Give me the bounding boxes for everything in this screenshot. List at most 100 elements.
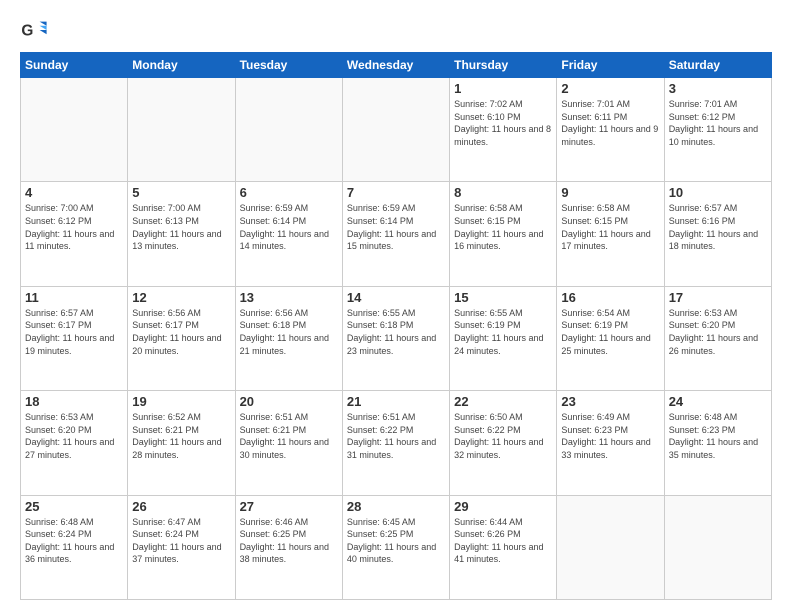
day-number: 6	[240, 185, 338, 200]
day-info: Sunrise: 6:57 AM Sunset: 6:17 PM Dayligh…	[25, 307, 123, 357]
day-info: Sunrise: 6:55 AM Sunset: 6:19 PM Dayligh…	[454, 307, 552, 357]
day-number: 18	[25, 394, 123, 409]
day-info: Sunrise: 6:56 AM Sunset: 6:17 PM Dayligh…	[132, 307, 230, 357]
calendar-cell: 19Sunrise: 6:52 AM Sunset: 6:21 PM Dayli…	[128, 391, 235, 495]
day-number: 7	[347, 185, 445, 200]
day-info: Sunrise: 6:44 AM Sunset: 6:26 PM Dayligh…	[454, 516, 552, 566]
day-info: Sunrise: 6:58 AM Sunset: 6:15 PM Dayligh…	[561, 202, 659, 252]
weekday-header-wednesday: Wednesday	[342, 53, 449, 78]
day-number: 26	[132, 499, 230, 514]
weekday-header-monday: Monday	[128, 53, 235, 78]
day-number: 21	[347, 394, 445, 409]
weekday-header-tuesday: Tuesday	[235, 53, 342, 78]
day-info: Sunrise: 6:46 AM Sunset: 6:25 PM Dayligh…	[240, 516, 338, 566]
day-info: Sunrise: 6:50 AM Sunset: 6:22 PM Dayligh…	[454, 411, 552, 461]
day-info: Sunrise: 6:52 AM Sunset: 6:21 PM Dayligh…	[132, 411, 230, 461]
day-number: 20	[240, 394, 338, 409]
day-info: Sunrise: 7:00 AM Sunset: 6:12 PM Dayligh…	[25, 202, 123, 252]
weekday-header-sunday: Sunday	[21, 53, 128, 78]
calendar-cell: 2Sunrise: 7:01 AM Sunset: 6:11 PM Daylig…	[557, 78, 664, 182]
day-number: 22	[454, 394, 552, 409]
calendar-cell: 5 Sunrise: 7:00 AM Sunset: 6:13 PM Daylig…	[128, 182, 235, 286]
calendar-cell: 18 Sunrise: 6:53 AM Sunset: 6:20 PM Dayli…	[21, 391, 128, 495]
day-number: 4	[25, 185, 123, 200]
day-number: 14	[347, 290, 445, 305]
weekday-header-saturday: Saturday	[664, 53, 771, 78]
day-number: 29	[454, 499, 552, 514]
calendar-cell: 22 Sunrise: 6:50 AM Sunset: 6:22 PM Dayli…	[450, 391, 557, 495]
calendar-cell: 14Sunrise: 6:55 AM Sunset: 6:18 PM Dayli…	[342, 286, 449, 390]
day-info: Sunrise: 6:49 AM Sunset: 6:23 PM Dayligh…	[561, 411, 659, 461]
week-row-4: 18 Sunrise: 6:53 AM Sunset: 6:20 PM Dayli…	[21, 391, 772, 495]
day-info: Sunrise: 6:56 AM Sunset: 6:18 PM Dayligh…	[240, 307, 338, 357]
calendar-cell: 8 Sunrise: 6:58 AM Sunset: 6:15 PM Daylig…	[450, 182, 557, 286]
day-number: 25	[25, 499, 123, 514]
day-info: Sunrise: 6:57 AM Sunset: 6:16 PM Dayligh…	[669, 202, 767, 252]
day-number: 1	[454, 81, 552, 96]
calendar-cell: 4 Sunrise: 7:00 AM Sunset: 6:12 PM Daylig…	[21, 182, 128, 286]
calendar-cell: 27 Sunrise: 6:46 AM Sunset: 6:25 PM Dayli…	[235, 495, 342, 599]
week-row-2: 4 Sunrise: 7:00 AM Sunset: 6:12 PM Daylig…	[21, 182, 772, 286]
day-number: 28	[347, 499, 445, 514]
day-info: Sunrise: 6:48 AM Sunset: 6:23 PM Dayligh…	[669, 411, 767, 461]
week-row-1: 1 Sunrise: 7:02 AM Sunset: 6:10 PM Daylig…	[21, 78, 772, 182]
day-number: 9	[561, 185, 659, 200]
calendar-cell: 24 Sunrise: 6:48 AM Sunset: 6:23 PM Dayli…	[664, 391, 771, 495]
calendar-cell: 10 Sunrise: 6:57 AM Sunset: 6:16 PM Dayli…	[664, 182, 771, 286]
weekday-header-friday: Friday	[557, 53, 664, 78]
calendar-table: SundayMondayTuesdayWednesdayThursdayFrid…	[20, 52, 772, 600]
calendar-cell: 16Sunrise: 6:54 AM Sunset: 6:19 PM Dayli…	[557, 286, 664, 390]
day-info: Sunrise: 6:45 AM Sunset: 6:25 PM Dayligh…	[347, 516, 445, 566]
svg-text:G: G	[21, 23, 33, 40]
day-number: 2	[561, 81, 659, 96]
page: G SundayMondayTuesdayWednesdayThursdayFr…	[0, 0, 792, 612]
calendar-cell: 13Sunrise: 6:56 AM Sunset: 6:18 PM Dayli…	[235, 286, 342, 390]
day-info: Sunrise: 6:53 AM Sunset: 6:20 PM Dayligh…	[25, 411, 123, 461]
calendar-cell: 15 Sunrise: 6:55 AM Sunset: 6:19 PM Dayli…	[450, 286, 557, 390]
calendar-cell: 25 Sunrise: 6:48 AM Sunset: 6:24 PM Dayli…	[21, 495, 128, 599]
day-info: Sunrise: 6:53 AM Sunset: 6:20 PM Dayligh…	[669, 307, 767, 357]
calendar-cell: 3Sunrise: 7:01 AM Sunset: 6:12 PM Daylig…	[664, 78, 771, 182]
day-info: Sunrise: 6:51 AM Sunset: 6:22 PM Dayligh…	[347, 411, 445, 461]
weekday-header-row: SundayMondayTuesdayWednesdayThursdayFrid…	[21, 53, 772, 78]
day-number: 5	[132, 185, 230, 200]
day-number: 10	[669, 185, 767, 200]
calendar-cell: 7 Sunrise: 6:59 AM Sunset: 6:14 PM Daylig…	[342, 182, 449, 286]
calendar-cell: 23 Sunrise: 6:49 AM Sunset: 6:23 PM Dayli…	[557, 391, 664, 495]
calendar-cell	[128, 78, 235, 182]
day-number: 3	[669, 81, 767, 96]
day-info: Sunrise: 6:51 AM Sunset: 6:21 PM Dayligh…	[240, 411, 338, 461]
day-info: Sunrise: 6:48 AM Sunset: 6:24 PM Dayligh…	[25, 516, 123, 566]
day-info: Sunrise: 6:59 AM Sunset: 6:14 PM Dayligh…	[347, 202, 445, 252]
calendar-cell	[21, 78, 128, 182]
day-number: 17	[669, 290, 767, 305]
day-number: 8	[454, 185, 552, 200]
day-info: Sunrise: 7:00 AM Sunset: 6:13 PM Dayligh…	[132, 202, 230, 252]
day-number: 23	[561, 394, 659, 409]
day-number: 12	[132, 290, 230, 305]
day-info: Sunrise: 6:58 AM Sunset: 6:15 PM Dayligh…	[454, 202, 552, 252]
calendar-cell: 9 Sunrise: 6:58 AM Sunset: 6:15 PM Daylig…	[557, 182, 664, 286]
calendar-cell: 28 Sunrise: 6:45 AM Sunset: 6:25 PM Dayli…	[342, 495, 449, 599]
header: G	[20, 16, 772, 44]
week-row-3: 11 Sunrise: 6:57 AM Sunset: 6:17 PM Dayli…	[21, 286, 772, 390]
day-number: 11	[25, 290, 123, 305]
day-number: 27	[240, 499, 338, 514]
calendar-cell: 29 Sunrise: 6:44 AM Sunset: 6:26 PM Dayli…	[450, 495, 557, 599]
day-info: Sunrise: 6:59 AM Sunset: 6:14 PM Dayligh…	[240, 202, 338, 252]
calendar-cell: 11 Sunrise: 6:57 AM Sunset: 6:17 PM Dayli…	[21, 286, 128, 390]
calendar-cell: 1 Sunrise: 7:02 AM Sunset: 6:10 PM Daylig…	[450, 78, 557, 182]
calendar-cell: 20 Sunrise: 6:51 AM Sunset: 6:21 PM Dayli…	[235, 391, 342, 495]
calendar-cell	[557, 495, 664, 599]
calendar-cell	[342, 78, 449, 182]
week-row-5: 25 Sunrise: 6:48 AM Sunset: 6:24 PM Dayli…	[21, 495, 772, 599]
day-info: Sunrise: 7:02 AM Sunset: 6:10 PM Dayligh…	[454, 98, 552, 148]
logo: G	[20, 16, 52, 44]
day-number: 24	[669, 394, 767, 409]
calendar-cell	[664, 495, 771, 599]
day-info: Sunrise: 6:47 AM Sunset: 6:24 PM Dayligh…	[132, 516, 230, 566]
calendar-cell: 6 Sunrise: 6:59 AM Sunset: 6:14 PM Daylig…	[235, 182, 342, 286]
weekday-header-thursday: Thursday	[450, 53, 557, 78]
day-number: 15	[454, 290, 552, 305]
calendar-cell: 17 Sunrise: 6:53 AM Sunset: 6:20 PM Dayli…	[664, 286, 771, 390]
